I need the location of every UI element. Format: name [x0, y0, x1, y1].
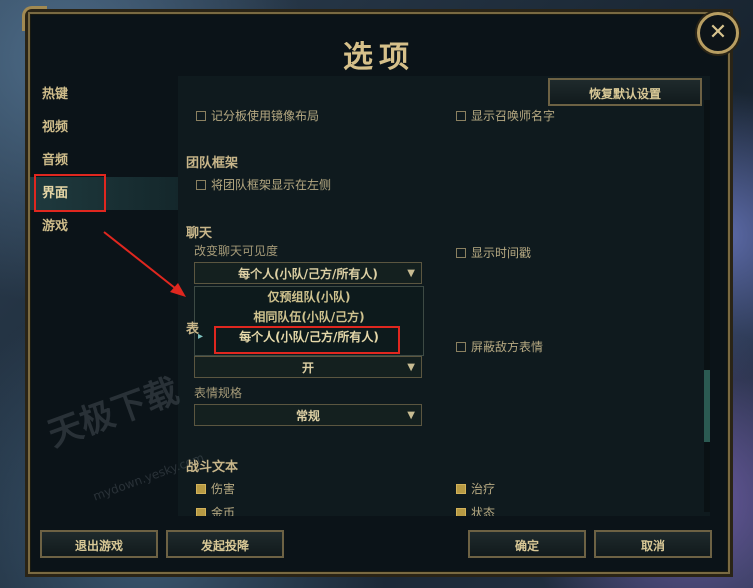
- team-frame-heading: 团队框架: [186, 156, 239, 171]
- mute-enemy-emotes-label: 屏蔽敌方表情: [471, 340, 544, 354]
- confirm-button[interactable]: 确定: [468, 530, 586, 558]
- status-checkbox[interactable]: 状态: [456, 504, 495, 516]
- checkbox-box: [196, 110, 206, 121]
- gold-label: 金币: [211, 506, 236, 516]
- emote-toggle-value: 开: [301, 361, 314, 375]
- chevron-down-icon: ▼: [407, 268, 415, 279]
- scrollbar-track[interactable]: [704, 100, 710, 512]
- checkbox-box: [456, 483, 466, 494]
- chat-heading: 聊天: [186, 226, 213, 241]
- highlight-box-option: [214, 326, 400, 354]
- restore-defaults-button[interactable]: 恢复默认设置: [548, 78, 702, 106]
- checkbox-box: [456, 247, 466, 258]
- chat-visibility-value: 每个人(小队/己方/所有人): [238, 267, 378, 281]
- checkbox-box: [196, 483, 206, 494]
- show-summoner-names-checkbox[interactable]: 显示召唤师名字: [456, 107, 555, 124]
- mirror-scoreboard-label: 记分板使用镜像布局: [211, 109, 320, 123]
- mirror-scoreboard-checkbox[interactable]: 记分板使用镜像布局: [196, 107, 319, 124]
- sidebar-nav: 热键 视频 音频 界面 游戏: [30, 78, 178, 243]
- chevron-down-icon: ▼: [407, 410, 415, 421]
- emote-scale-label: 表情规格: [194, 386, 243, 400]
- chat-visibility-label: 改变聊天可见度: [194, 244, 279, 258]
- checkbox-box: [456, 110, 466, 121]
- damage-label: 伤害: [211, 482, 236, 496]
- status-label: 状态: [471, 506, 496, 516]
- team-frame-left-label: 将团队框架显示在左侧: [211, 178, 332, 192]
- show-timestamps-label: 显示时间戳: [471, 246, 532, 260]
- healing-label: 治疗: [471, 482, 496, 496]
- gold-checkbox[interactable]: 金币: [196, 504, 235, 516]
- emote-scale-select[interactable]: 常规 ▼: [194, 404, 422, 426]
- show-timestamps-checkbox[interactable]: 显示时间戳: [456, 244, 531, 261]
- show-summoner-names-label: 显示召唤师名字: [471, 109, 556, 123]
- chevron-down-icon: ▼: [407, 362, 415, 373]
- scrollbar-thumb[interactable]: [704, 370, 710, 442]
- checkbox-box: [196, 507, 206, 516]
- checkbox-box: [456, 341, 466, 352]
- mute-enemy-emotes-checkbox[interactable]: 屏蔽敌方表情: [456, 338, 543, 355]
- combat-text-cut-row: 金币 状态: [194, 504, 714, 516]
- healing-checkbox[interactable]: 治疗: [456, 480, 495, 497]
- damage-checkbox[interactable]: 伤害: [196, 480, 235, 497]
- chat-visibility-select[interactable]: 每个人(小队/己方/所有人) ▼: [194, 262, 422, 284]
- quit-game-button[interactable]: 退出游戏: [40, 530, 158, 558]
- emote-scale-value: 常规: [295, 409, 320, 423]
- checkbox-box: [456, 507, 466, 516]
- sidebar-item-hotkeys[interactable]: 热键: [30, 78, 178, 111]
- checkbox-box: [196, 179, 206, 190]
- surrender-button[interactable]: 发起投降: [166, 530, 284, 558]
- cancel-button[interactable]: 取消: [594, 530, 712, 558]
- dropdown-option[interactable]: 仅预组队(小队): [195, 287, 423, 307]
- sidebar-item-game[interactable]: 游戏: [30, 210, 178, 243]
- dropdown-option[interactable]: 相同队伍(小队/己方): [195, 307, 423, 327]
- close-icon[interactable]: ✕: [697, 12, 739, 54]
- emotes-heading: 表: [186, 322, 200, 337]
- team-frame-left-checkbox[interactable]: 将团队框架显示在左侧: [196, 176, 331, 193]
- emote-toggle-select[interactable]: 开 ▼: [194, 356, 422, 378]
- highlight-box-interface: [34, 174, 106, 212]
- sidebar-item-audio[interactable]: 音频: [30, 144, 178, 177]
- window-title: 选项: [343, 40, 415, 75]
- sidebar-item-video[interactable]: 视频: [30, 111, 178, 144]
